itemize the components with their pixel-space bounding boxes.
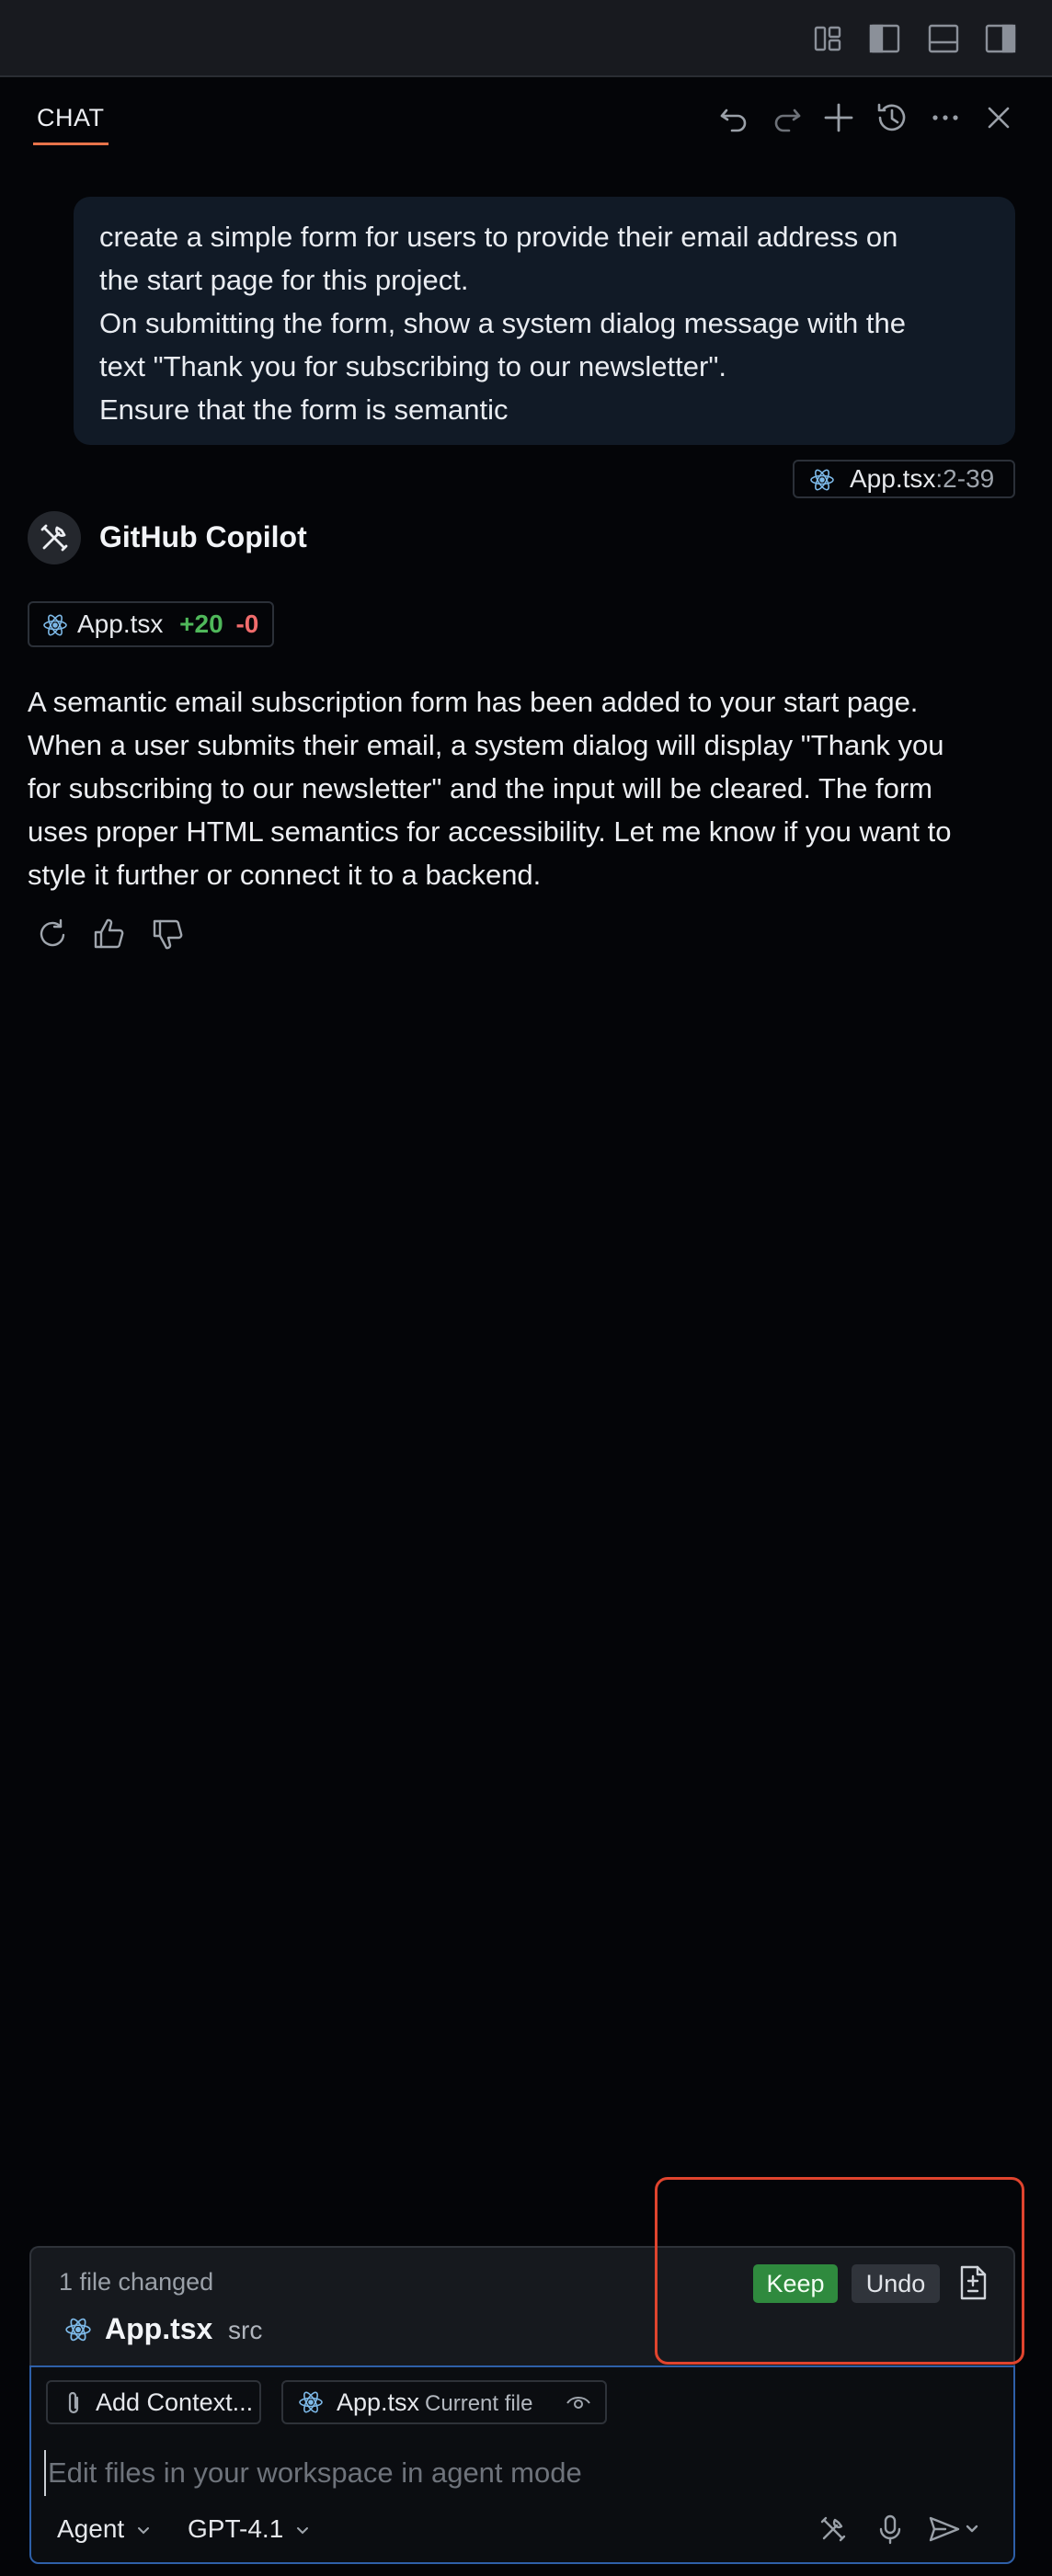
microphone-icon[interactable]: [872, 2511, 909, 2548]
chevron-down-icon: [135, 2523, 152, 2539]
title-bar: [0, 0, 1052, 77]
chevron-down-icon: [294, 2523, 311, 2539]
highlight-annotation: [655, 2177, 1024, 2365]
add-context-label: Add Context...: [96, 2388, 254, 2416]
current-file-name: App.tsx: [337, 2388, 420, 2416]
react-file-icon: [42, 612, 68, 638]
toggle-panel-icon[interactable]: [927, 22, 960, 55]
react-file-icon: [809, 467, 835, 493]
tools-icon: [40, 524, 68, 552]
thumbs-down-icon[interactable]: [149, 916, 186, 952]
response-line: uses proper HTML semantics for accessibi…: [28, 815, 952, 848]
response-line: style it further or connect it to a back…: [28, 859, 542, 891]
close-icon[interactable]: [978, 97, 1019, 138]
mode-label: Agent: [57, 2514, 125, 2543]
lines-added: +20: [179, 610, 223, 638]
chat-header: CHAT: [0, 79, 1052, 153]
chat-input-box: Add Context... App.tsxCurrent file Agent…: [29, 2365, 1015, 2564]
redo-icon[interactable]: [767, 97, 807, 138]
add-context-button[interactable]: Add Context...: [46, 2380, 261, 2424]
new-chat-icon[interactable]: [818, 97, 859, 138]
response-text: A semantic email subscription form has b…: [28, 680, 1030, 896]
paperclip-icon: [61, 2389, 86, 2417]
toggle-primary-sidebar-icon[interactable]: [868, 22, 901, 55]
customize-layout-icon[interactable]: [811, 22, 844, 55]
user-message-line: create a simple form for users to provid…: [99, 221, 898, 253]
reference-file-name: App.tsx: [850, 464, 936, 493]
user-message-line: text "Thank you for subscribing to our n…: [99, 350, 726, 382]
response-line: A semantic email subscription form has b…: [28, 686, 919, 718]
lines-removed: -0: [235, 610, 259, 638]
response-line: When a user submits their email, a syste…: [28, 729, 944, 761]
chat-input[interactable]: [44, 2450, 1001, 2496]
tools-icon[interactable]: [815, 2511, 852, 2548]
react-file-icon: [64, 2316, 92, 2343]
file-reference-chip[interactable]: App.tsx:2-39: [793, 460, 1015, 498]
model-picker[interactable]: GPT-4.1: [188, 2514, 311, 2544]
current-file-chip[interactable]: App.tsx Current file: [281, 2380, 607, 2424]
user-message-line: Ensure that the form is semantic: [99, 393, 509, 426]
changed-files-count: 1 file changed: [59, 2268, 214, 2296]
user-message-line: On submitting the form, show a system di…: [99, 307, 907, 339]
react-file-icon: [298, 2389, 324, 2415]
current-file-sub: Current file: [425, 2391, 533, 2416]
copilot-avatar: [28, 511, 81, 564]
changed-file-dir: src: [228, 2316, 263, 2344]
user-message: create a simple form for users to provid…: [74, 197, 1015, 445]
eye-icon[interactable]: [565, 2391, 592, 2415]
history-icon[interactable]: [872, 97, 912, 138]
edited-file-name: App.tsx: [77, 610, 164, 638]
edited-file-chip[interactable]: App.tsx +20 -0: [28, 601, 274, 647]
response-author: GitHub Copilot: [99, 520, 307, 553]
retry-icon[interactable]: [33, 916, 70, 952]
response-line: for subscribing to our newsletter" and t…: [28, 772, 932, 804]
tab-chat[interactable]: CHAT: [33, 99, 109, 145]
model-label: GPT-4.1: [188, 2514, 284, 2543]
mode-picker[interactable]: Agent: [57, 2514, 152, 2544]
more-icon[interactable]: [925, 97, 966, 138]
undo-icon[interactable]: [714, 97, 754, 138]
user-message-line: the start page for this project.: [99, 264, 469, 296]
thumbs-up-icon[interactable]: [90, 916, 127, 952]
send-icon[interactable]: [925, 2511, 986, 2548]
reference-range: :2-39: [935, 464, 995, 493]
toggle-secondary-sidebar-icon[interactable]: [984, 22, 1017, 55]
changed-file-name[interactable]: App.tsx: [105, 2312, 212, 2346]
